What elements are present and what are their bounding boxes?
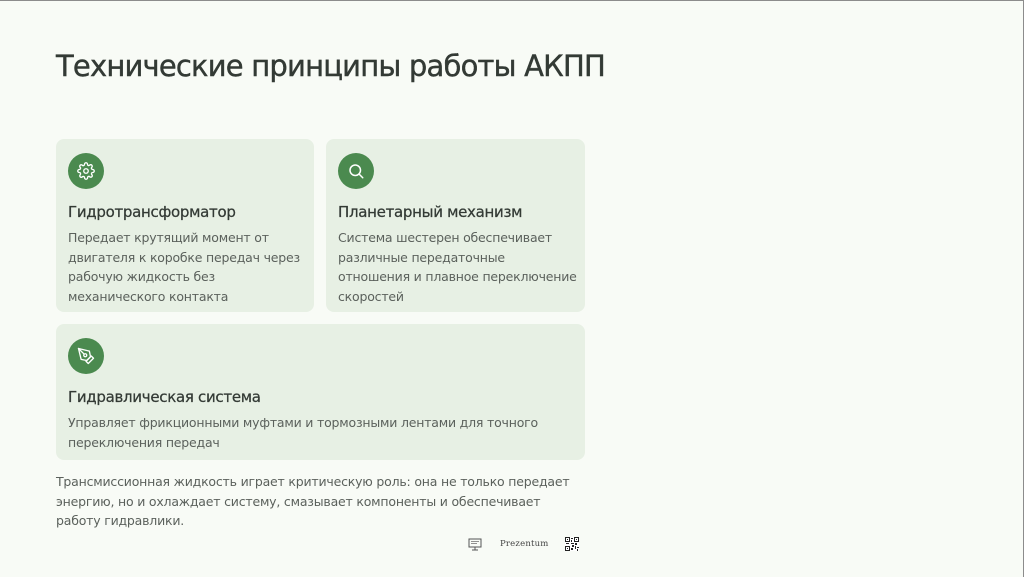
footnote-text: Трансмиссионная жидкость играет критичес… (56, 474, 570, 528)
card-title: Гидротрансформатор (68, 203, 236, 221)
search-icon (349, 164, 364, 179)
presentation-logo-icon (468, 538, 482, 551)
card-text: Передает крутящий момент от двигателя к … (68, 230, 300, 304)
card-text: Управляет фрикционными муфтами и тормозн… (68, 415, 538, 450)
card-text: Система шестерен обеспечивает различные … (338, 230, 577, 304)
card-planetary-gear: Планетарный механизм Система шестерен об… (326, 139, 585, 312)
page-title: Технические принципы работы АКПП (56, 49, 606, 83)
card-icon-badge (68, 153, 104, 189)
footer-brand: Prezentum (468, 536, 579, 552)
pen-tool-icon (77, 347, 95, 365)
gear-icon (77, 162, 95, 180)
qr-code-icon (564, 537, 579, 551)
card-icon-badge (68, 338, 104, 374)
card-title: Гидравлическая система (68, 388, 261, 406)
card-torque-converter: Гидротрансформатор Передает крутящий мом… (56, 139, 314, 312)
card-icon-badge (338, 153, 374, 189)
card-hydraulic-system: Гидравлическая система Управляет фрикцио… (56, 324, 585, 460)
card-title: Планетарный механизм (338, 203, 523, 221)
brand-name: Prezentum (500, 539, 549, 549)
